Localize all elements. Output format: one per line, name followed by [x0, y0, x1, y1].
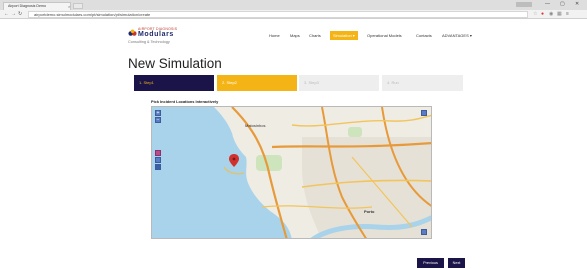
- extension-icon[interactable]: ●: [541, 11, 544, 18]
- address-bar: ← → ↻ airportdemo.simulmodulars.com/pt/s…: [0, 10, 587, 19]
- nav-contacts[interactable]: Contacts: [416, 31, 432, 40]
- incident-map[interactable]: Matosinhos Porto + −: [151, 106, 432, 239]
- nav-operational-models[interactable]: Operational Models: [367, 31, 402, 40]
- draw-marker-tool-icon[interactable]: [155, 150, 161, 156]
- step-4[interactable]: 4. Run: [382, 75, 463, 91]
- profile-button[interactable]: [516, 2, 532, 7]
- incident-marker[interactable]: [229, 154, 239, 167]
- minimize-icon[interactable]: —: [545, 1, 550, 8]
- logo-name: Modulars: [138, 31, 174, 38]
- tab-title: Airport Diagnosis Demo: [8, 4, 46, 8]
- zoom-out-button[interactable]: −: [155, 117, 161, 123]
- back-icon[interactable]: ←: [4, 11, 9, 18]
- url-text: airportdemo.simulmodulars.com/pt/simulat…: [34, 12, 151, 17]
- url-field[interactable]: airportdemo.simulmodulars.com/pt/simulat…: [28, 11, 528, 18]
- extension-icon-3[interactable]: ▦: [557, 11, 562, 18]
- reload-icon[interactable]: ↻: [18, 11, 22, 18]
- browser-tab-bar: Airport Diagnosis Demo × — ▢ ✕: [0, 0, 587, 10]
- star-icon[interactable]: ☆: [533, 11, 537, 18]
- new-tab-button[interactable]: [73, 3, 83, 9]
- edit-layers-tool-icon[interactable]: [155, 164, 161, 170]
- page-title: New Simulation: [128, 56, 222, 71]
- step-1[interactable]: 1. Step1: [134, 75, 214, 91]
- logo-icon: [128, 29, 137, 36]
- map-canvas: [214, 107, 431, 238]
- zoom-in-button[interactable]: +: [155, 110, 161, 116]
- map-place-label: Porto: [364, 209, 375, 214]
- next-button[interactable]: Next: [448, 258, 465, 268]
- close-window-icon[interactable]: ✕: [575, 1, 579, 8]
- step-2[interactable]: 2. Step2: [217, 75, 297, 91]
- nav-advantages[interactable]: ADVANTAGES ▾: [442, 31, 472, 40]
- map-place-label: Matosinhos: [245, 123, 266, 128]
- nav-home[interactable]: Home: [269, 31, 280, 40]
- draw-polygon-tool-icon[interactable]: [155, 157, 161, 163]
- map-label: Pick Incident Locations Interactively: [151, 99, 219, 104]
- nav-charts[interactable]: Charts: [309, 31, 321, 40]
- maximize-icon[interactable]: ▢: [560, 1, 565, 8]
- fullscreen-icon[interactable]: [421, 110, 427, 116]
- menu-icon[interactable]: ≡: [566, 11, 569, 18]
- browser-tab[interactable]: Airport Diagnosis Demo ×: [3, 2, 71, 10]
- forward-icon[interactable]: →: [11, 11, 16, 18]
- layers-icon[interactable]: [421, 229, 427, 235]
- nav-simulation[interactable]: Simulation ▾: [330, 31, 358, 40]
- previous-button[interactable]: Previous: [417, 258, 444, 268]
- site-logo[interactable]: AIRPORT DIAGNOSIS Modulars Consulting & …: [128, 27, 198, 47]
- nav-maps[interactable]: Maps: [290, 31, 300, 40]
- tab-close-icon[interactable]: ×: [68, 3, 70, 10]
- step-3[interactable]: 3. Step3: [299, 75, 379, 91]
- extension-icon-2[interactable]: ◉: [549, 11, 553, 18]
- logo-tagline: Consulting & Technology: [128, 40, 170, 44]
